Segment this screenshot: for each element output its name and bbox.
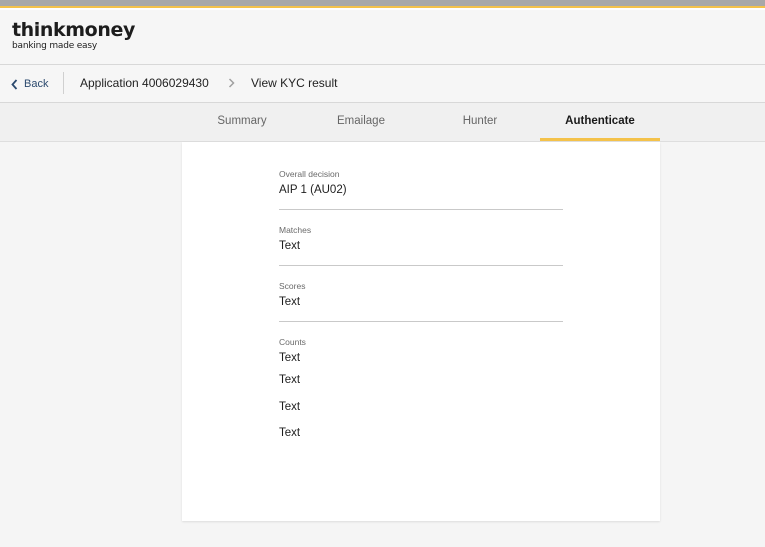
scores-field: Scores Text [279, 281, 563, 322]
counts-value: Text [279, 427, 301, 439]
scores-label: Scores [279, 281, 306, 291]
tab-hunter[interactable]: Hunter [420, 103, 540, 141]
overall-decision-value: AIP 1 (AU02) [279, 184, 347, 196]
tab-emailage[interactable]: Emailage [301, 103, 421, 141]
brand-name: thinkmoney [12, 19, 135, 41]
brand-logo: thinkmoney banking made easy [12, 19, 135, 52]
counts-value: Text [279, 374, 301, 386]
tab-summary[interactable]: Summary [182, 103, 302, 141]
overall-decision-field: Overall decision AIP 1 (AU02) [279, 169, 563, 210]
breadcrumb-application[interactable]: Application 4006029430 [80, 75, 209, 91]
breadcrumb: Back Application 4006029430 View KYC res… [0, 65, 765, 102]
matches-label: Matches [279, 225, 312, 235]
matches-field: Matches Text [279, 225, 563, 266]
brand-tagline: banking made easy [12, 41, 97, 51]
app-header: thinkmoney banking made easy [0, 10, 765, 64]
back-button[interactable]: Back [11, 76, 48, 92]
counts-field: Counts Text Text Text Text [279, 337, 563, 441]
matches-value: Text [279, 240, 301, 252]
counts-value: Text [279, 401, 301, 413]
kyc-result-card: Overall decision AIP 1 (AU02) Matches Te… [182, 142, 660, 521]
chevron-left-icon [11, 78, 18, 90]
back-label: Back [24, 78, 49, 90]
field-divider [279, 209, 563, 210]
breadcrumb-current: View KYC result [251, 76, 338, 90]
chevron-right-icon [228, 78, 235, 88]
top-accent-stripe [0, 0, 765, 10]
tab-bar: Summary Emailage Hunter Authenticate [0, 103, 765, 141]
field-divider [279, 321, 563, 322]
field-divider [279, 265, 563, 266]
tab-authenticate[interactable]: Authenticate [540, 103, 660, 141]
counts-value: Text [279, 352, 301, 364]
overall-decision-label: Overall decision [279, 169, 340, 179]
breadcrumb-divider [63, 72, 64, 94]
counts-label: Counts [279, 337, 306, 347]
scores-value: Text [279, 296, 301, 308]
